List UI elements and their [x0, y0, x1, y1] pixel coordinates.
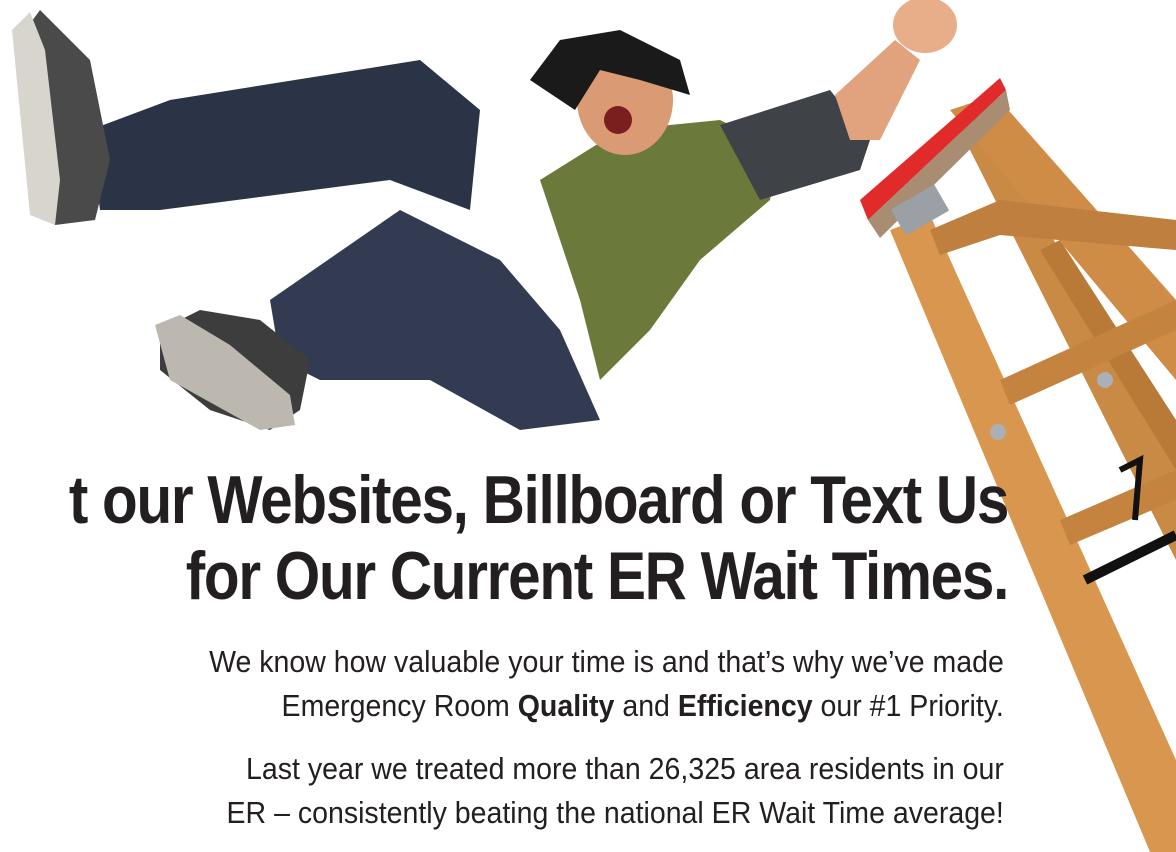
headline: t our Websites, Billboard or Text Us for…	[68, 462, 1010, 614]
falling-man-illustration	[12, 0, 957, 430]
intro-line-1: We know how valuable your time is and th…	[209, 644, 1004, 679]
headline-line-2: for Our Current ER Wait Times.	[185, 538, 1010, 614]
intro-line-2-a: Emergency Room	[281, 688, 518, 723]
stats-line-2: ER – consistently beating the national E…	[226, 795, 1005, 830]
intro-paragraph: We know how valuable your time is and th…	[209, 640, 1004, 728]
intro-line-2-c: our #1 Priority.	[812, 688, 1004, 723]
quality-emphasis: Quality	[517, 688, 615, 723]
efficiency-emphasis: Efficiency	[678, 688, 813, 723]
stats-line-1: Last year we treated more than 26,325 ar…	[246, 751, 1005, 786]
intro-line-2-b: and	[614, 688, 679, 723]
stats-paragraph: Last year we treated more than 26,325 ar…	[209, 747, 1004, 835]
body-copy: We know how valuable your time is and th…	[209, 640, 1004, 835]
headline-line-1: t our Websites, Billboard or Text Us	[68, 462, 1010, 538]
